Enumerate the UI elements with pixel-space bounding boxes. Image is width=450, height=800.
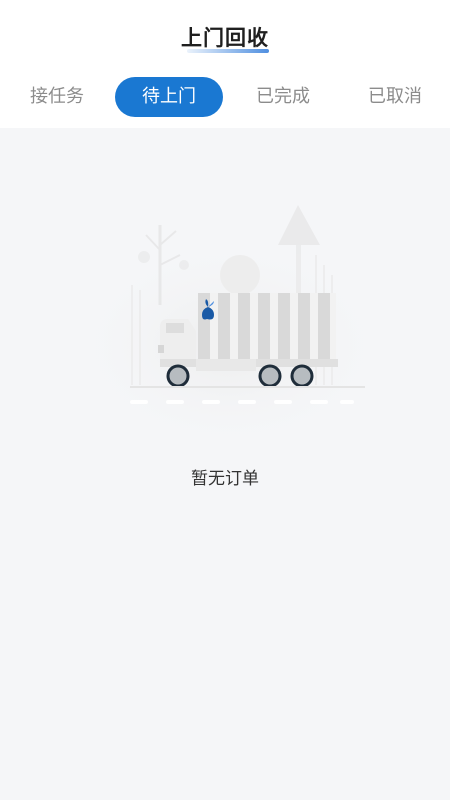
empty-message: 暂无订单 [191,469,259,489]
tab-completed[interactable]: 已完成 [227,77,339,117]
tab-accept-tasks[interactable]: 接任务 [0,77,114,117]
page: 上门回收 接任务 待上门 已完成 已取消 暂无订单 [0,0,450,800]
tab-pending-visit[interactable]: 待上门 [115,77,223,117]
title-bar: 上门回收 [0,22,450,54]
garbage-truck-icon [80,195,380,435]
page-title-text: 上门回收 [181,26,269,50]
tab-bar: 接任务 待上门 已完成 已取消 [0,77,450,117]
header: 上门回收 接任务 待上门 已完成 已取消 [0,0,450,128]
page-title: 上门回收 [181,22,269,54]
tab-cancelled[interactable]: 已取消 [340,77,450,117]
